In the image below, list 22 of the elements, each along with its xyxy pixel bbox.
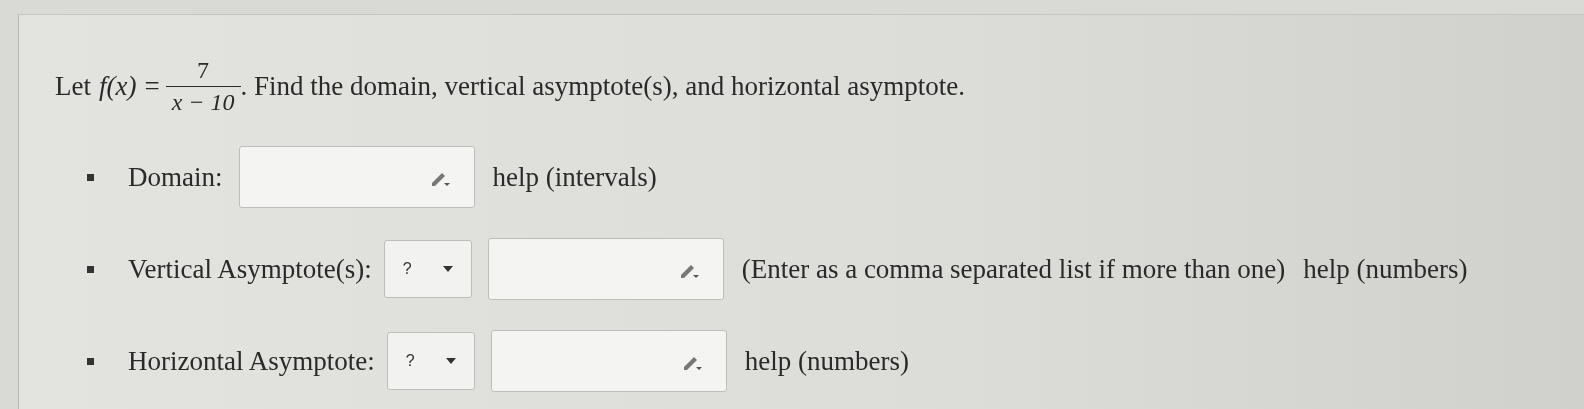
fraction: 7 x − 10 <box>167 55 239 119</box>
answer-field[interactable] <box>238 146 475 209</box>
answer-field[interactable] <box>487 238 724 301</box>
instruction-text: (Enter as a comma separated list if more than one) <box>741 253 1286 285</box>
answer-dropdown[interactable]: ? <box>383 240 472 299</box>
caret-icon <box>445 358 456 365</box>
bullet <box>87 357 94 365</box>
answer-dropdown[interactable]: ? <box>386 332 475 391</box>
bullet <box>87 265 94 273</box>
help-link[interactable]: help (numbers) <box>1303 253 1468 285</box>
function-name: f(x) <box>99 71 137 103</box>
help-link[interactable]: help (intervals) <box>492 161 657 193</box>
question-text: . Find the domain, vertical asymptote(s), and horizontal asymptote. <box>240 71 965 103</box>
question-text: Let <box>55 71 91 103</box>
bullet <box>87 173 94 181</box>
equals-sign: = <box>144 71 160 103</box>
answer-label: Horizontal Asymptote: <box>128 345 375 377</box>
help-link[interactable]: help (numbers) <box>744 345 909 377</box>
answer-label: Vertical Asymptote(s): <box>128 253 372 285</box>
answer-label: Domain: <box>128 161 223 193</box>
answer-field[interactable] <box>490 330 727 393</box>
caret-icon <box>442 266 453 273</box>
